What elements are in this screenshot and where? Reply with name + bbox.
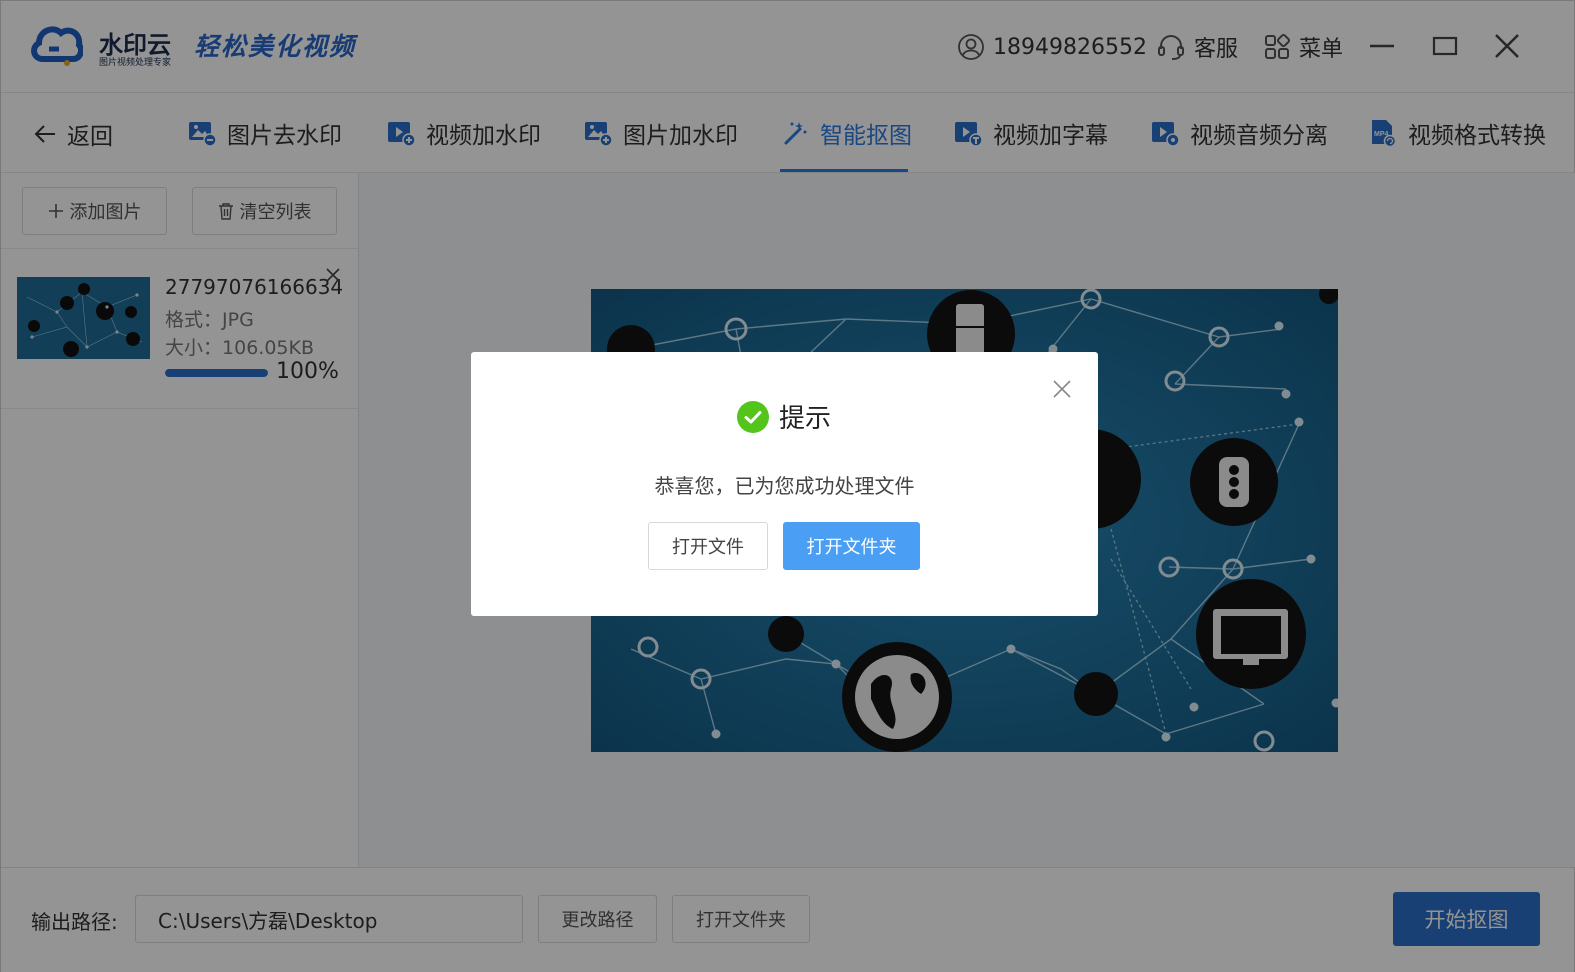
dialog-message: 恭喜您，已为您成功处理文件 (654, 474, 915, 498)
open-file-label: 打开文件 (672, 537, 744, 558)
dialog-title: 提示 (779, 404, 832, 434)
close-icon (1053, 380, 1071, 398)
open-file-button[interactable]: 打开文件 (648, 522, 768, 570)
dialog-close-button[interactable] (1051, 378, 1073, 400)
dialog-open-folder-button[interactable]: 打开文件夹 (783, 522, 920, 570)
success-dialog: 提示 恭喜您，已为您成功处理文件 打开文件 打开文件夹 (471, 352, 1098, 616)
dialog-open-folder-label: 打开文件夹 (806, 537, 897, 558)
check-circle-icon (737, 400, 769, 433)
dialog-header: 提示 (737, 398, 831, 435)
